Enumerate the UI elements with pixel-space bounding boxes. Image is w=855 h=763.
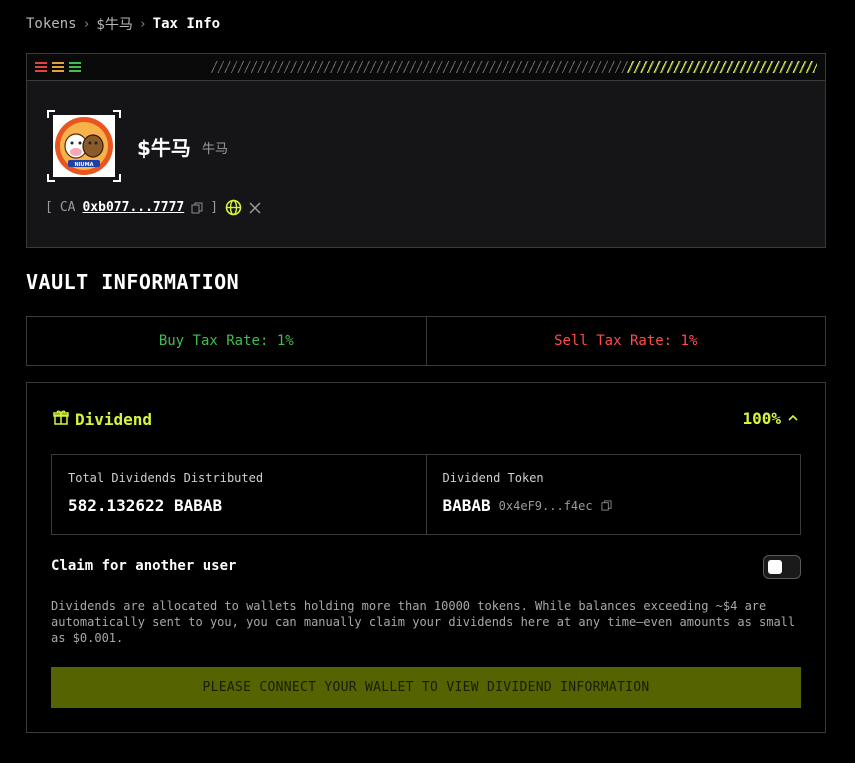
bracket-open: [	[45, 200, 53, 215]
tax-rates: Buy Tax Rate: 1% Sell Tax Rate: 1%	[26, 316, 826, 366]
dividend-title: Dividend	[75, 409, 153, 429]
contract-address-link[interactable]: 0xb077...7777	[82, 200, 184, 215]
dividend-token-value: BABAB 0x4eF9...f4ec	[443, 496, 785, 515]
dividend-stats: Total Dividends Distributed 582.132622 B…	[51, 454, 801, 535]
dividend-percent-toggle[interactable]: 100%	[742, 409, 799, 428]
green-lines-icon	[69, 62, 81, 72]
logo-text: NIUMA	[75, 162, 94, 168]
red-lines-icon	[35, 62, 47, 72]
connect-wallet-button[interactable]: PLEASE CONNECT YOUR WALLET TO VIEW DIVID…	[51, 667, 801, 708]
toggle-knob	[768, 560, 782, 574]
dividend-token-label: Dividend Token	[442, 471, 544, 485]
token-logo-frame: NIUMA	[47, 110, 121, 182]
breadcrumb-token[interactable]: $牛马	[96, 14, 132, 34]
dividend-description: Dividends are allocated to wallets holdi…	[51, 599, 796, 645]
sell-tax-rate: Sell Tax Rate: 1%	[554, 333, 698, 349]
vault-title: VAULT INFORMATION	[26, 270, 240, 294]
breadcrumb-tokens[interactable]: Tokens	[26, 16, 77, 32]
buy-tax-rate: Buy Tax Rate: 1%	[27, 317, 427, 365]
claim-for-another-user-label: Claim for another user	[51, 558, 237, 574]
total-dividends-value: 582.132622 BABAB	[68, 496, 223, 515]
breadcrumb-current: Tax Info	[152, 16, 221, 32]
orange-lines-icon	[52, 62, 64, 72]
token-card: NIUMA $牛马 牛马 [ CA 0xb077...7777 ]	[26, 53, 826, 248]
token-subtitle: 牛马	[202, 142, 229, 157]
bracket-close: ]	[210, 200, 219, 215]
copy-icon[interactable]	[601, 496, 612, 515]
contract-address-row: [ CA 0xb077...7777 ]	[45, 199, 261, 216]
hatch-accent-decoration	[627, 61, 817, 73]
copy-icon[interactable]	[191, 202, 203, 214]
dividend-header[interactable]: Dividend	[53, 409, 152, 429]
token-logo: NIUMA	[53, 115, 115, 177]
x-icon[interactable]	[249, 201, 261, 214]
ca-label: CA	[59, 200, 76, 215]
dividend-token-symbol: BABAB	[442, 496, 491, 515]
total-dividends-label: Total Dividends Distributed	[68, 471, 264, 485]
card-topbar	[27, 54, 825, 81]
gift-icon	[53, 409, 69, 429]
breadcrumb-separator: ›	[82, 16, 91, 32]
breadcrumb-separator: ›	[138, 16, 147, 32]
dividend-token-address: 0x4eF9...f4ec	[498, 498, 593, 513]
token-name: $牛马	[137, 136, 191, 160]
breadcrumb: Tokens › $牛马 › Tax Info	[26, 14, 220, 34]
dividend-token-stat: Dividend Token BABAB 0x4eF9...f4ec	[427, 455, 801, 534]
dividend-percent: 100%	[742, 409, 781, 428]
claim-for-another-user-toggle[interactable]	[763, 555, 801, 579]
dividend-panel: Dividend 100% Total Dividends Distribute…	[26, 382, 826, 733]
globe-icon[interactable]	[225, 199, 242, 216]
total-dividends-stat: Total Dividends Distributed 582.132622 B…	[52, 455, 427, 534]
chevron-up-icon	[787, 409, 799, 428]
